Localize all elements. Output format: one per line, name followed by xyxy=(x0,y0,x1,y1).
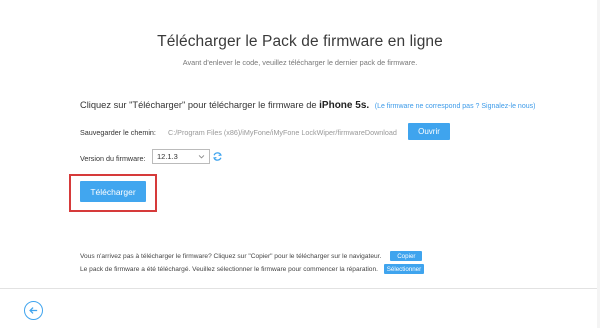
chevron-down-icon xyxy=(198,155,205,159)
version-label: Version du firmware: xyxy=(80,154,146,163)
open-folder-button[interactable]: Ouvrir xyxy=(408,123,450,140)
copy-note-text: Vous n'arrivez pas à télécharger le firm… xyxy=(80,252,382,260)
page-subtitle: Avant d'enlever le code, veuillez téléch… xyxy=(182,58,418,67)
select-note: Le pack de firmware a été téléchargé. Ve… xyxy=(80,264,424,274)
refresh-icon[interactable] xyxy=(212,151,223,162)
intro-text: Cliquez sur "Télécharger" pour télécharg… xyxy=(80,100,320,110)
back-arrow-icon xyxy=(29,307,38,314)
copy-button[interactable]: Copier xyxy=(390,251,423,261)
firmware-download-page: Télécharger le Pack de firmware en ligne… xyxy=(0,0,600,328)
device-model: iPhone 5s. xyxy=(319,100,370,111)
page-title: Télécharger le Pack de firmware en ligne xyxy=(157,33,443,50)
back-button[interactable] xyxy=(24,301,43,320)
download-button[interactable]: Télécharger xyxy=(80,181,146,202)
save-path-value: C:/Program Files (x86)/iMyFone/iMyFone L… xyxy=(168,128,397,137)
version-select[interactable]: 12.1.3 xyxy=(152,149,210,164)
version-selected-value: 12.1.3 xyxy=(157,152,178,161)
copy-note: Vous n'arrivez pas à télécharger le firm… xyxy=(80,251,423,261)
select-firmware-button[interactable]: Sélectionner xyxy=(383,264,424,274)
firmware-info-line: Cliquez sur "Télécharger" pour télécharg… xyxy=(80,100,535,111)
report-mismatch-link[interactable]: (Le firmware ne correspond pas ? Signale… xyxy=(375,103,536,110)
save-path-label: Sauvegarder le chemin: xyxy=(80,128,156,137)
footer-divider xyxy=(0,288,600,289)
select-note-text: Le pack de firmware a été téléchargé. Ve… xyxy=(80,265,378,273)
